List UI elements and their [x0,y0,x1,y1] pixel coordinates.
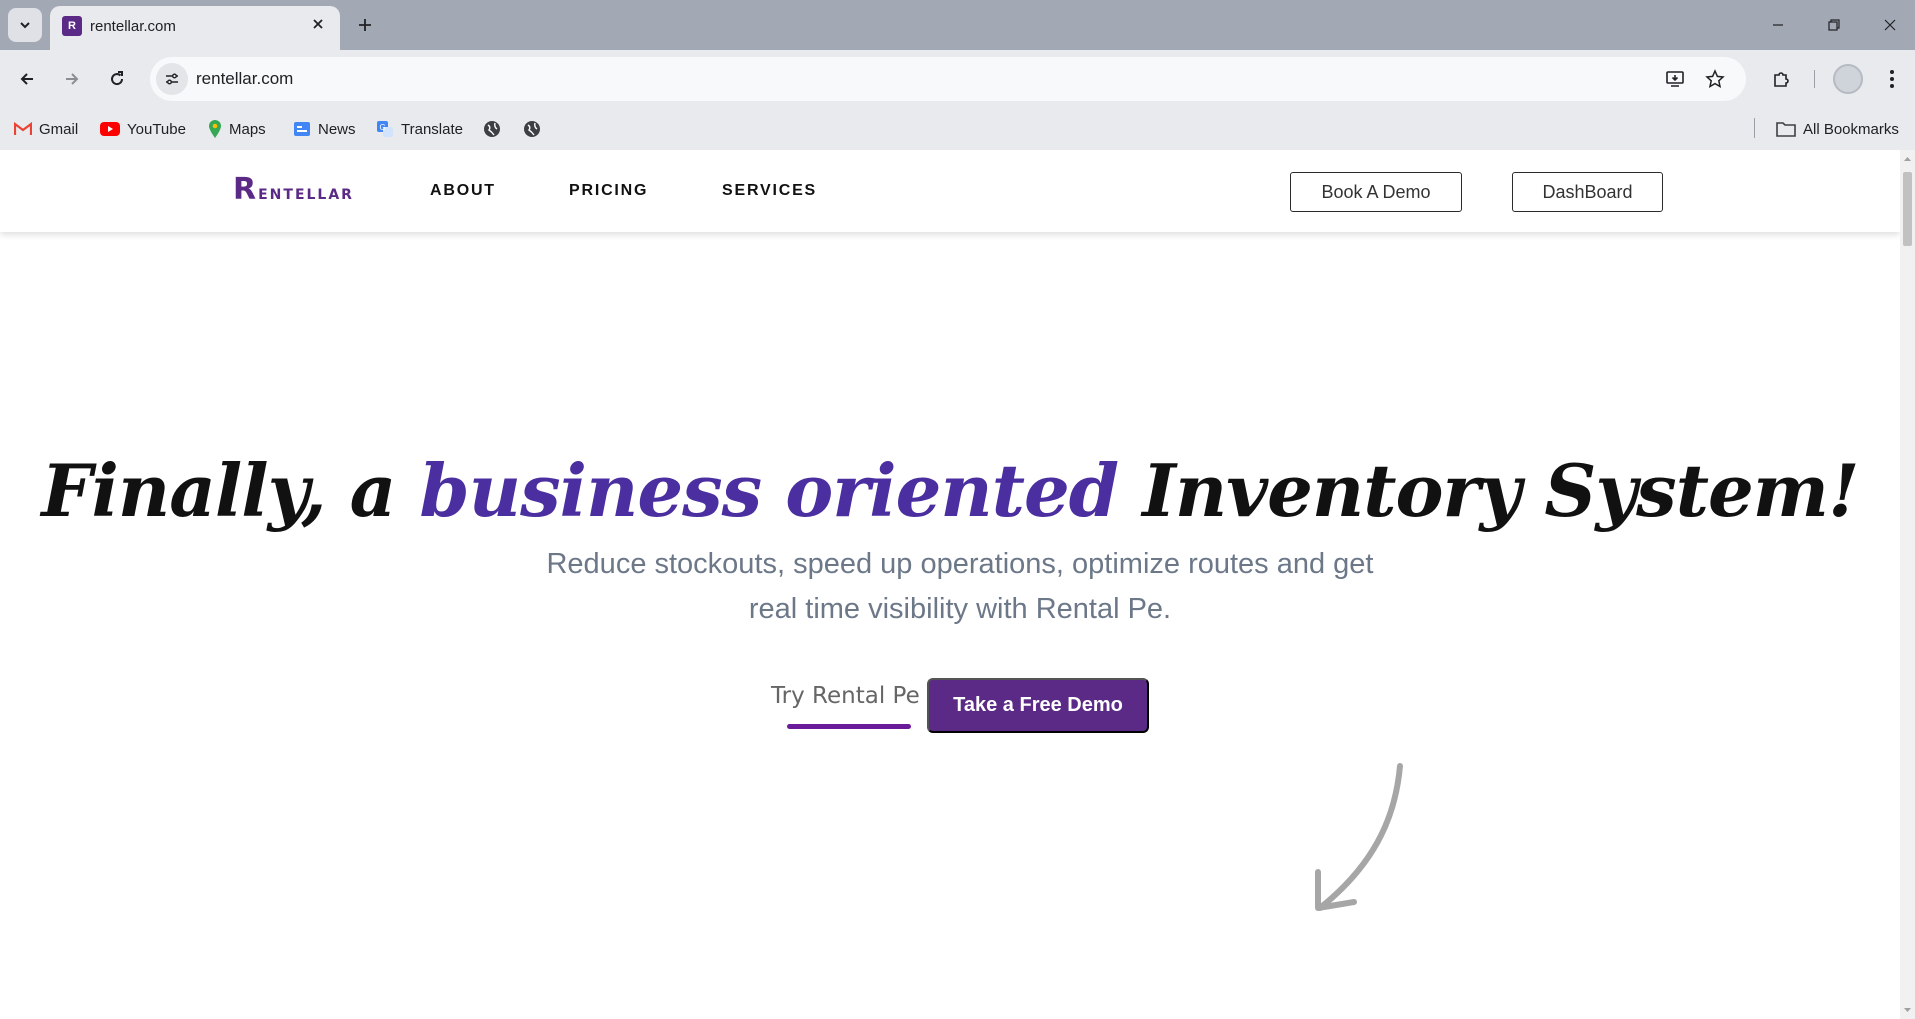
gmail-icon [14,122,32,135]
arrow-right-icon [66,73,79,85]
tab-search-button[interactable] [8,8,42,42]
forward-button[interactable] [55,62,89,96]
free-demo-button[interactable]: Take a Free Demo [927,678,1149,733]
try-rental-pe-link[interactable]: Try Rental Pe [771,683,920,709]
more-vert-icon [1890,70,1894,88]
profile-avatar[interactable] [1833,64,1863,94]
star-icon [1705,69,1725,88]
bookmark-label: YouTube [127,120,186,138]
extensions-button[interactable] [1764,62,1798,96]
page-viewport: Rentellar ABOUT PRICING SERVICES Book A … [0,150,1900,1019]
back-button[interactable] [10,62,44,96]
tab-close-button[interactable] [306,12,330,36]
globe-icon [484,121,500,137]
bookmark-youtube[interactable]: YouTube [100,117,186,141]
reload-button[interactable] [100,62,134,96]
chevron-down-icon [20,22,30,29]
site-header: Rentellar ABOUT PRICING SERVICES Book A … [0,150,1900,232]
folder-icon [1776,122,1796,137]
arrow-left-icon [20,73,33,85]
bookmark-news[interactable]: News [293,117,356,141]
bookmark-translate[interactable]: G Translate [376,117,463,141]
reload-icon [111,71,124,86]
bookmark-star-button[interactable] [1702,66,1728,92]
install-app-button[interactable] [1662,66,1688,92]
hero-title: Finally, a business oriented Inventory S… [0,448,1900,533]
bookmark-label: News [318,120,356,138]
close-icon [313,19,323,29]
close-icon [1884,19,1896,31]
youtube-icon [100,122,120,136]
translate-icon: G [377,121,393,137]
tab-favicon-icon: R [62,16,82,36]
nav-about[interactable]: ABOUT [430,182,496,200]
curved-arrow-icon [1315,763,1403,911]
all-bookmarks-button[interactable]: All Bookmarks [1776,117,1899,141]
active-tab[interactable]: R rentellar.com [50,6,340,50]
browser-toolbar: rentellar.com [0,50,1915,108]
hero-title-post: Inventory System! [1118,448,1859,533]
tab-strip: R rentellar.com [0,0,1915,50]
globe-icon [524,121,540,137]
bookmark-label: Translate [401,120,463,138]
hero-title-accent: business oriented [419,448,1119,533]
puzzle-icon [1774,72,1789,87]
maps-icon [209,120,221,138]
bookmarks-bar: Gmail YouTube Maps News G Translate All … [0,108,1915,150]
book-demo-button[interactable]: Book A Demo [1290,172,1462,212]
address-bar[interactable]: rentellar.com [150,57,1746,101]
url-text[interactable]: rentellar.com [196,69,293,89]
scroll-down-icon [1904,1008,1911,1012]
try-link-underline [787,724,911,729]
bookmark-maps[interactable]: Maps [208,117,266,141]
menu-button[interactable] [1875,62,1909,96]
hero-title-pre: Finally, a [41,448,420,533]
new-tab-button[interactable] [350,10,380,40]
dashboard-button[interactable]: DashBoard [1512,172,1663,212]
tab-title: rentellar.com [90,18,176,35]
bookmarks-separator [1754,118,1755,138]
minimize-button[interactable] [1750,0,1806,50]
scrollbar-thumb[interactable] [1903,172,1912,246]
bookmark-gmail[interactable]: Gmail [14,117,78,141]
all-bookmarks-label: All Bookmarks [1803,120,1899,138]
logo-rest: entellar [258,180,354,204]
hero-subtitle: Reduce stockouts, speed up operations, o… [546,548,1374,625]
bookmark-globe-1[interactable] [483,117,501,141]
nav-pricing[interactable]: PRICING [569,182,648,200]
minimize-icon [1773,24,1783,26]
restore-button[interactable] [1806,0,1862,50]
logo-initial: R [233,172,259,207]
page-scrollbar[interactable] [1900,150,1915,1019]
svg-text:G: G [380,123,386,132]
bookmark-globe-2[interactable] [523,117,541,141]
site-info-button[interactable] [156,63,188,95]
install-icon [1666,71,1684,87]
window-close-button[interactable] [1862,0,1915,50]
bookmark-label: Maps [229,120,266,138]
tune-icon [166,73,178,85]
nav-services[interactable]: SERVICES [722,182,817,200]
restore-icon [1828,19,1840,31]
bookmark-label: Gmail [39,120,79,138]
scroll-up-icon [1904,157,1911,161]
site-logo[interactable]: Rentellar [233,172,354,207]
plus-icon [359,19,371,31]
news-icon [294,122,310,136]
toolbar-separator [1814,70,1815,88]
